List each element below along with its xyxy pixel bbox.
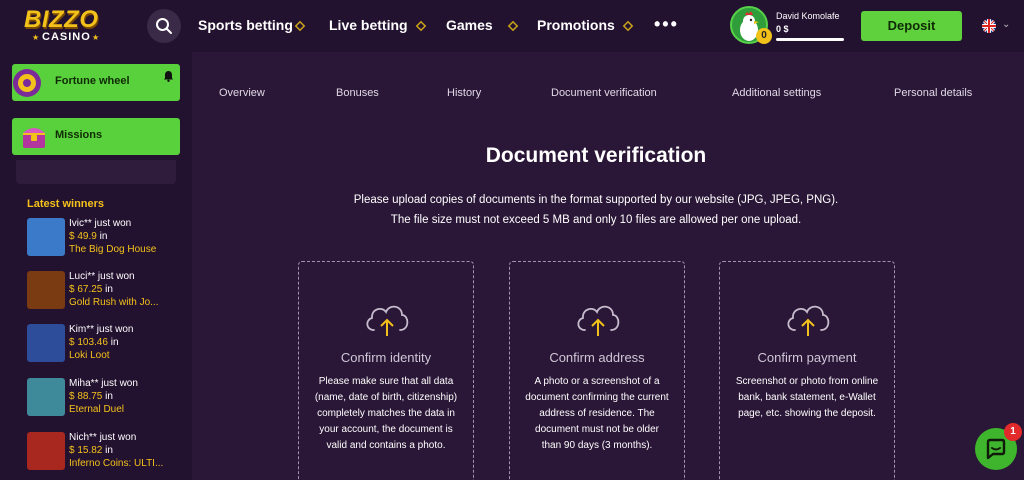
upload-instructions-line2: The file size must not exceed 5 MB and o… — [390, 214, 802, 226]
winner-amount: $ 67.25 — [69, 284, 103, 295]
logo-top-text: BIZZO — [24, 6, 99, 33]
user-balance: 0 $ — [776, 24, 789, 34]
winner-in: in — [110, 337, 119, 348]
winner-amount-line: $ 103.46 in — [69, 337, 119, 348]
diamond-icon — [622, 20, 634, 32]
uk-flag-icon[interactable] — [982, 19, 996, 33]
nav-games[interactable]: Games — [446, 17, 493, 33]
chevron-down-icon[interactable]: ⌄ — [1002, 19, 1010, 30]
confirm-address-card[interactable]: Confirm address A photo or a screenshot … — [509, 261, 685, 480]
winner-in: in — [105, 445, 113, 456]
tab-personal-details[interactable]: Personal details — [894, 87, 972, 99]
search-button[interactable] — [147, 9, 181, 43]
winner-amount: $ 88.75 — [69, 391, 103, 402]
cloud-upload-icon — [787, 305, 830, 336]
fortune-wheel-button[interactable]: Fortune wheel — [12, 64, 180, 101]
winner-amount-line: $ 67.25 in — [69, 284, 113, 295]
logo-bottom-text: CASINO — [42, 31, 91, 43]
diamond-icon — [507, 20, 519, 32]
tab-bonuses[interactable]: Bonuses — [336, 87, 379, 99]
tab-additional-settings[interactable]: Additional settings — [732, 87, 821, 99]
nav-promotions[interactable]: Promotions — [537, 17, 615, 33]
page-title: Document verification — [485, 144, 707, 167]
nav-sports-betting[interactable]: Sports betting — [198, 17, 293, 33]
winner-amount-line: $ 15.82 in — [69, 445, 113, 456]
confirm-payment-card[interactable]: Confirm payment Screenshot or photo from… — [719, 261, 895, 480]
bizzo-logo[interactable]: BIZZO ★ CASINO ★ — [20, 6, 110, 46]
chat-bubble-icon — [986, 438, 1006, 460]
card-title: Confirm identity — [340, 350, 432, 365]
winner-game-link[interactable]: Loki Loot — [69, 350, 110, 361]
winner-game-link[interactable]: The Big Dog House — [69, 244, 156, 255]
user-name: David Komolafe — [776, 11, 840, 21]
list-item[interactable]: Ivic** just won $ 49.9 in The Big Dog Ho… — [27, 218, 177, 258]
star-icon: ★ — [92, 33, 100, 42]
tab-overview[interactable]: Overview — [219, 87, 265, 99]
diamond-icon — [294, 20, 306, 32]
game-thumbnail[interactable] — [27, 218, 65, 256]
card-description: Please make sure that all data (name, da… — [314, 376, 458, 451]
card-description: A photo or a screenshot of a document co… — [525, 376, 669, 451]
cloud-upload-icon — [577, 305, 620, 336]
deposit-button[interactable]: Deposit — [861, 11, 962, 41]
tab-document-verification[interactable]: Document verification — [551, 87, 657, 99]
list-item[interactable]: Miha** just won $ 88.75 in Eternal Duel — [27, 378, 177, 418]
winner-in: in — [105, 391, 113, 402]
confirm-identity-card[interactable]: Confirm identity Please make sure that a… — [298, 261, 474, 480]
winner-amount-line: $ 88.75 in — [69, 391, 113, 402]
list-item[interactable]: Nich** just won $ 15.82 in Inferno Coins… — [27, 432, 177, 472]
winner-game-link[interactable]: Eternal Duel — [69, 404, 124, 415]
cloud-upload-icon — [366, 305, 409, 336]
game-thumbnail[interactable] — [27, 432, 65, 470]
treasure-chest-icon — [23, 128, 45, 148]
game-thumbnail[interactable] — [27, 271, 65, 309]
list-item[interactable]: Kim** just won $ 103.46 in Loki Loot — [27, 324, 177, 364]
card-title: Confirm payment — [757, 350, 857, 365]
fortune-wheel-icon — [13, 69, 41, 97]
winner-game-link[interactable]: Gold Rush with Jo... — [69, 297, 158, 308]
promo-strip[interactable] — [16, 160, 176, 184]
tab-history[interactable]: History — [447, 87, 481, 99]
fortune-wheel-label: Fortune wheel — [55, 75, 130, 87]
winner-name: Luci** just won — [69, 271, 135, 282]
latest-winners-title: Latest winners — [27, 198, 105, 210]
winner-name: Nich** just won — [69, 432, 137, 443]
search-icon — [156, 18, 172, 34]
winner-amount: $ 49.9 — [69, 231, 97, 242]
level-progress-bar — [776, 38, 844, 41]
list-item[interactable]: Luci** just won $ 67.25 in Gold Rush wit… — [27, 271, 177, 311]
winner-in: in — [99, 231, 108, 242]
game-thumbnail[interactable] — [27, 324, 65, 362]
diamond-icon — [415, 20, 427, 32]
user-level-badge: 0 — [756, 28, 772, 44]
card-description: Screenshot or photo from online bank, ba… — [735, 376, 879, 419]
winner-name: Kim** just won — [69, 324, 134, 335]
winner-amount: $ 103.46 — [69, 337, 108, 348]
missions-label: Missions — [55, 129, 103, 141]
winner-name: Miha** just won — [69, 378, 138, 389]
top-header: BIZZO ★ CASINO ★ Sports betting Live bet… — [0, 0, 1024, 52]
winner-amount: $ 15.82 — [69, 445, 103, 456]
winner-game-link[interactable]: Inferno Coins: ULTI... — [69, 458, 163, 469]
winner-in: in — [105, 284, 113, 295]
nav-live-betting[interactable]: Live betting — [329, 17, 408, 33]
missions-button[interactable]: Missions — [12, 118, 180, 155]
card-title: Confirm address — [549, 350, 645, 365]
bell-icon[interactable] — [163, 70, 174, 82]
upload-instructions-line1: Please upload copies of documents in the… — [353, 194, 839, 206]
game-thumbnail[interactable] — [27, 378, 65, 416]
chat-notification-badge: 1 — [1004, 423, 1022, 441]
star-icon: ★ — [32, 33, 40, 42]
more-menu-button[interactable]: ••• — [654, 14, 679, 35]
winner-amount-line: $ 49.9 in — [69, 231, 107, 242]
winner-name: Ivic** just won — [69, 218, 132, 229]
